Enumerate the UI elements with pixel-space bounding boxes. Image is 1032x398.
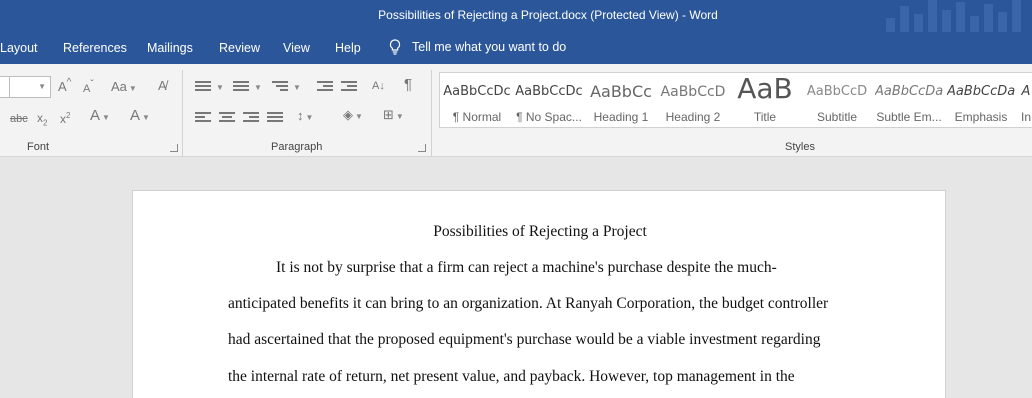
tell-me-box[interactable]: Tell me what you want to do (388, 39, 566, 55)
text-effects-icon[interactable]: A ▼ (90, 108, 110, 126)
style-subtitle[interactable]: AaBbCcD Subtitle (803, 74, 871, 126)
shrink-font-icon[interactable]: Aˇ (83, 79, 94, 98)
window-title: Possibilities of Rejecting a Project.doc… (378, 8, 718, 22)
lightbulb-icon (389, 39, 401, 55)
change-case-icon[interactable]: Aa ▼ (111, 79, 137, 97)
document-title: Possibilities of Rejecting a Project (433, 223, 647, 240)
borders-icon[interactable]: ⊞ ▼ (383, 107, 404, 125)
style-emphasis[interactable]: AaBbCcDa Emphasis (947, 74, 1015, 126)
style-title[interactable]: AaB Title (731, 73, 799, 126)
justify-icon[interactable] (267, 112, 283, 124)
numbering-icon[interactable] (233, 81, 249, 93)
paragraph-line: It is not by surprise that a firm can re… (276, 259, 777, 276)
paragraph-line: the internal rate of return, net present… (228, 368, 795, 385)
style-heading-1[interactable]: AaBbCc Heading 1 (587, 74, 655, 126)
tell-me-label: Tell me what you want to do (412, 40, 567, 54)
styles-group-label: Styles (785, 141, 815, 153)
style-heading-2[interactable]: AaBbCcD Heading 2 (659, 74, 727, 126)
clear-formatting-icon[interactable]: A̸ (158, 78, 167, 94)
style-normal[interactable]: AaBbCcDc ¶ Normal (443, 74, 511, 126)
title-bar-pattern (882, 0, 1032, 32)
bullets-icon[interactable] (195, 81, 211, 93)
document-page[interactable]: Possibilities of Rejecting a Project It … (132, 190, 946, 398)
tab-mailings[interactable]: Mailings (147, 41, 193, 55)
paragraph-line: anticipated benefits it can bring to an … (228, 295, 829, 312)
tab-help[interactable]: Help (335, 41, 361, 55)
grow-font-icon[interactable]: A^ (58, 77, 71, 97)
tab-review[interactable]: Review (219, 41, 260, 55)
show-formatting-icon[interactable]: ¶ (404, 77, 412, 93)
line-spacing-icon[interactable]: ↕ ▼ (297, 108, 313, 126)
paragraph-line: had ascertained that the proposed equipm… (228, 331, 821, 348)
subscript-icon[interactable]: x2 (37, 110, 47, 131)
tab-view[interactable]: View (283, 41, 310, 55)
font-group-label: Font (27, 141, 50, 153)
decrease-indent-icon[interactable] (317, 81, 333, 93)
align-right-icon[interactable] (243, 112, 259, 124)
group-divider (182, 70, 183, 156)
font-color-icon[interactable]: A ▼ (130, 108, 150, 126)
paragraph-group-label: Paragraph (271, 141, 323, 153)
strikethrough-icon[interactable]: abc (10, 111, 28, 127)
styles-gallery: AaBbCcDc ¶ Normal AaBbCcDc ¶ No Spac... … (439, 72, 1032, 128)
style-intense-emphasis[interactable]: A In (1019, 74, 1032, 126)
paragraph-dialog-launcher-icon[interactable] (418, 144, 426, 152)
tab-references[interactable]: References (63, 41, 127, 55)
style-no-spacing[interactable]: AaBbCcDc ¶ No Spac... (515, 74, 583, 126)
sort-icon[interactable]: A↓ (372, 78, 385, 94)
ribbon-tabs: Layout References Mailings Review View H… (0, 32, 1032, 64)
font-size-box[interactable]: ▼ (9, 76, 51, 98)
align-left-icon[interactable] (195, 112, 211, 124)
increase-indent-icon[interactable] (341, 81, 357, 93)
align-center-icon[interactable] (219, 112, 235, 124)
group-divider (431, 70, 432, 156)
multilevel-list-icon[interactable] (272, 81, 288, 93)
superscript-icon[interactable]: x2 (60, 108, 70, 127)
shading-icon[interactable]: ◈ ▼ (343, 107, 363, 125)
font-dialog-launcher-icon[interactable] (170, 144, 178, 152)
style-subtle-emphasis[interactable]: AaBbCcDa Subtle Em... (875, 74, 943, 126)
title-bar: Possibilities of Rejecting a Project.doc… (0, 0, 1032, 32)
tab-layout[interactable]: Layout (0, 41, 38, 55)
